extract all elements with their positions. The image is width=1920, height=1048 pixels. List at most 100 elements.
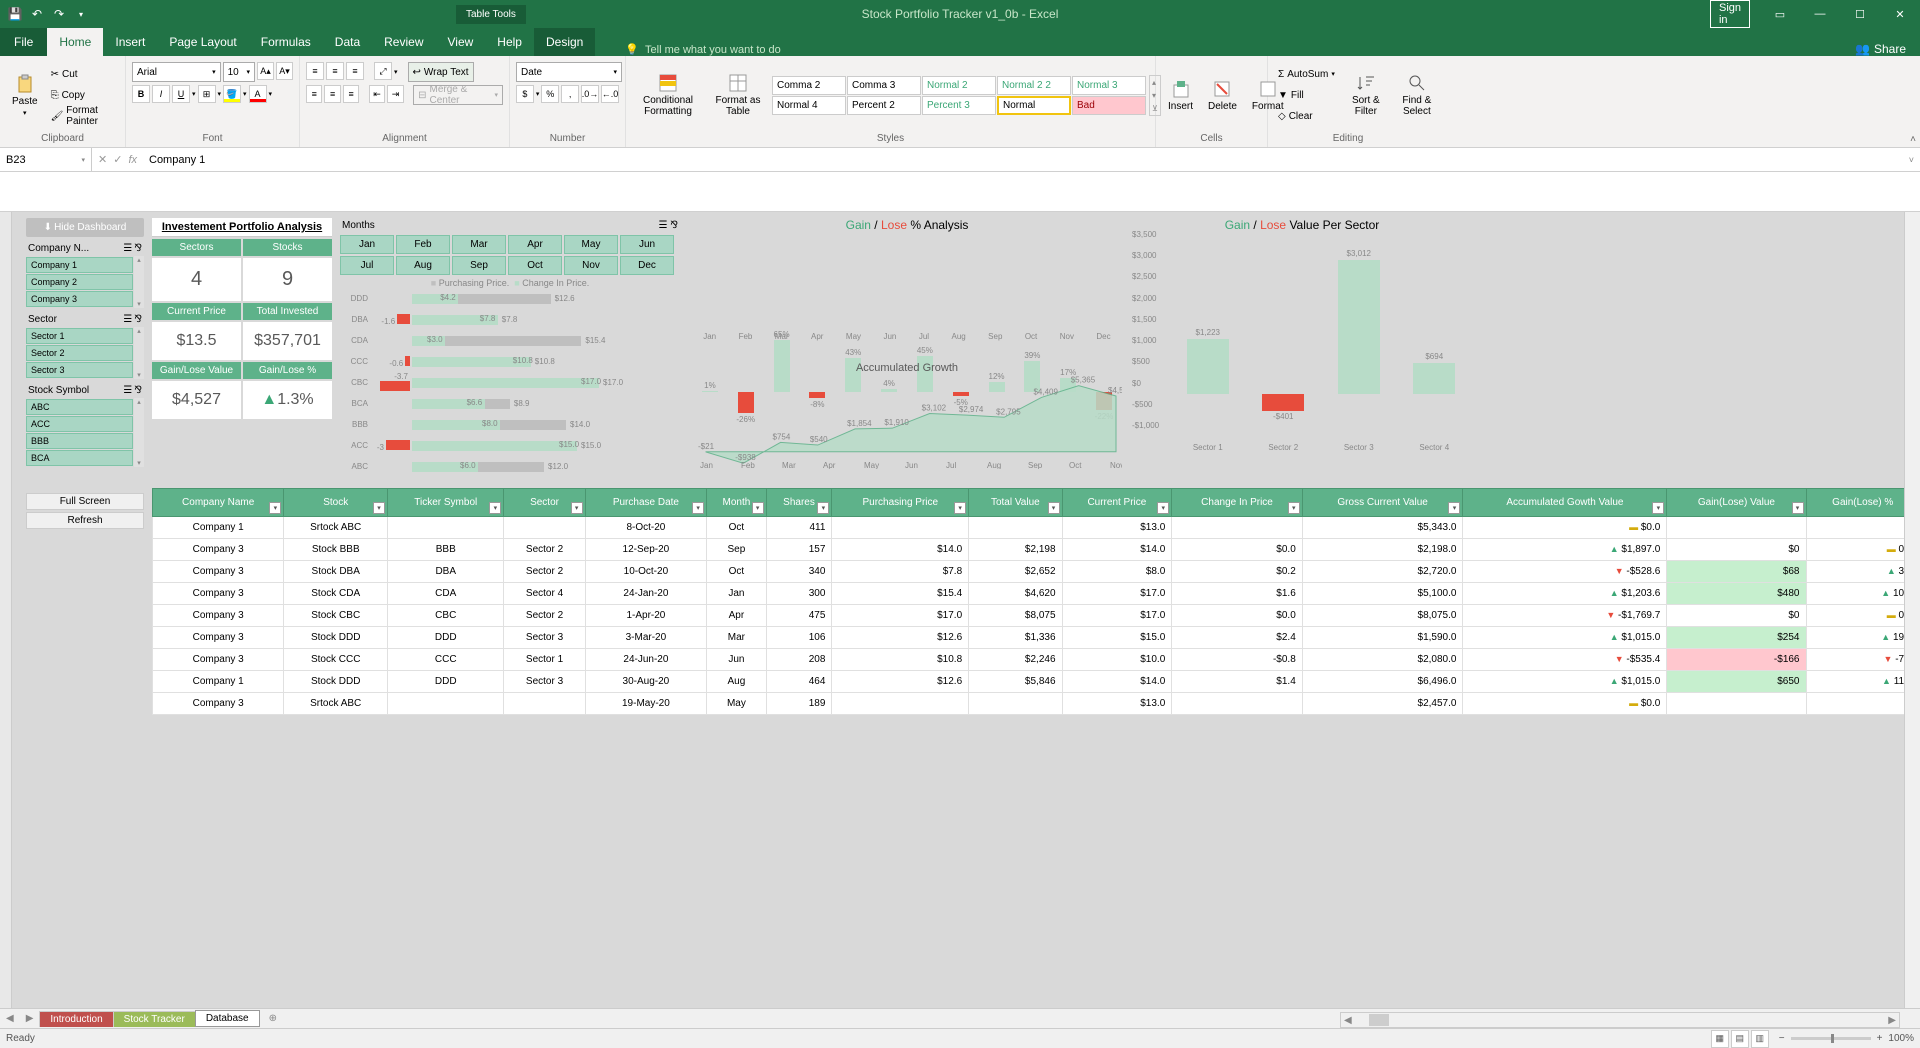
style-percent3[interactable]: Percent 3: [922, 96, 996, 115]
italic-button[interactable]: I: [152, 85, 170, 103]
tab-insert[interactable]: Insert: [103, 28, 157, 56]
fx-icon[interactable]: fx: [128, 154, 137, 166]
month-item[interactable]: Oct: [508, 256, 562, 275]
filter-icon[interactable]: ▾: [1792, 502, 1804, 514]
chart-price-change[interactable]: ■ Purchasing Price. ■ Change In Price. D…: [340, 278, 680, 478]
decrease-decimal-icon[interactable]: ←.0: [601, 85, 619, 103]
border-button[interactable]: ⊞: [198, 85, 216, 103]
table-row[interactable]: Company 3Stock DBADBASector 210-Oct-20Oc…: [153, 561, 1920, 583]
zoom-out-icon[interactable]: −: [1779, 1033, 1785, 1044]
align-center-icon[interactable]: ≡: [324, 85, 340, 103]
style-bad[interactable]: Bad: [1072, 96, 1146, 115]
normal-view-icon[interactable]: ▦: [1711, 1030, 1729, 1048]
chart-accumulated-growth[interactable]: Accumulated Growth -$21-$938$754$540$1,8…: [692, 362, 1122, 482]
month-item[interactable]: Mar: [452, 235, 506, 254]
zoom-slider[interactable]: [1791, 1037, 1871, 1040]
page-break-view-icon[interactable]: ▥: [1751, 1030, 1769, 1048]
collapse-ribbon-icon[interactable]: ˄: [1910, 134, 1916, 145]
slicer-scrollbar[interactable]: ▴▾: [134, 327, 144, 379]
filter-icon[interactable]: ▾: [1652, 502, 1664, 514]
conditional-formatting-button[interactable]: Conditional Formatting: [632, 71, 704, 119]
slicer-item[interactable]: Sector 3: [26, 362, 133, 378]
style-normal[interactable]: Normal: [997, 96, 1071, 115]
slicer-item[interactable]: BCA: [26, 450, 133, 466]
bold-button[interactable]: B: [132, 85, 150, 103]
zoom-in-icon[interactable]: +: [1877, 1033, 1883, 1044]
clear-button[interactable]: ◇Clear: [1274, 106, 1339, 126]
style-normal22[interactable]: Normal 2 2: [997, 76, 1071, 95]
filter-icon[interactable]: ▾: [1448, 502, 1460, 514]
slicer-scrollbar[interactable]: ▴▾: [134, 398, 144, 467]
filter-icon[interactable]: ▾: [692, 502, 704, 514]
increase-indent-icon[interactable]: ⇥: [387, 85, 403, 103]
tab-view[interactable]: View: [436, 28, 486, 56]
month-item[interactable]: Dec: [620, 256, 674, 275]
sheet-nav-prev-icon[interactable]: ◀: [0, 1013, 20, 1024]
clear-filter-icon[interactable]: ⅋: [134, 385, 142, 396]
tab-file[interactable]: File: [0, 28, 47, 56]
tab-formulas[interactable]: Formulas: [249, 28, 323, 56]
table-row[interactable]: Company 3Srtock ABC19-May-20May189$13.0$…: [153, 693, 1920, 715]
fill-color-button[interactable]: 🪣: [223, 85, 241, 103]
filter-icon[interactable]: ▾: [752, 502, 764, 514]
table-row[interactable]: Company 3Stock CBCCBCSector 21-Apr-20Apr…: [153, 605, 1920, 627]
filter-icon[interactable]: ▾: [1157, 502, 1169, 514]
month-item[interactable]: Sep: [452, 256, 506, 275]
month-item[interactable]: Feb: [396, 235, 450, 254]
format-painter-button[interactable]: 🖌Format Painter: [47, 106, 119, 126]
align-left-icon[interactable]: ≡: [306, 85, 322, 103]
sheet-tab-tracker[interactable]: Stock Tracker: [113, 1011, 196, 1027]
table-header[interactable]: Purchasing Price▾: [832, 489, 969, 517]
align-right-icon[interactable]: ≡: [343, 85, 359, 103]
month-item[interactable]: Jul: [340, 256, 394, 275]
filter-icon[interactable]: ▾: [1288, 502, 1300, 514]
month-item[interactable]: May: [564, 235, 618, 254]
autosum-button[interactable]: ΣAutoSum▾: [1274, 64, 1339, 84]
chart-gain-lose-pct[interactable]: Gain / Lose % Analysis 1%-26%65%-8%43%4%…: [692, 218, 1122, 358]
table-header[interactable]: Gross Current Value▾: [1302, 489, 1463, 517]
style-normal3[interactable]: Normal 3: [1072, 76, 1146, 95]
hide-dashboard-button[interactable]: ⬇Hide Dashboard: [26, 218, 144, 237]
increase-decimal-icon[interactable]: .0→: [581, 85, 599, 103]
filter-icon[interactable]: ▾: [954, 502, 966, 514]
redo-icon[interactable]: ↷: [50, 5, 68, 23]
slicer-item[interactable]: Sector 1: [26, 328, 133, 344]
multiselect-icon[interactable]: ☰: [658, 220, 667, 231]
table-row[interactable]: Company 3Stock DDDDDDSector 33-Mar-20Mar…: [153, 627, 1920, 649]
table-header[interactable]: Accumulated Gowth Value▾: [1463, 489, 1667, 517]
formula-input[interactable]: Company 1: [143, 154, 1903, 166]
table-header[interactable]: Total Value▾: [969, 489, 1062, 517]
slicer-item[interactable]: BBB: [26, 433, 133, 449]
qat-dropdown-icon[interactable]: ▾: [72, 5, 90, 23]
accept-formula-icon[interactable]: ✓: [113, 153, 122, 166]
new-sheet-icon[interactable]: ⊕: [259, 1013, 287, 1024]
name-box[interactable]: B23▾: [0, 148, 92, 171]
expand-formula-icon[interactable]: ˅: [1903, 155, 1920, 165]
find-select-button[interactable]: Find & Select: [1393, 71, 1441, 119]
slicer-scrollbar[interactable]: ▴▾: [134, 256, 144, 308]
sheet-tab-introduction[interactable]: Introduction: [39, 1011, 113, 1027]
tab-design[interactable]: Design: [534, 28, 595, 56]
table-header[interactable]: Gain(Lose) Value▾: [1667, 489, 1806, 517]
table-header[interactable]: Stock▾: [284, 489, 388, 517]
slicer-item[interactable]: Company 3: [26, 291, 133, 307]
increase-font-icon[interactable]: A▴: [257, 62, 274, 80]
month-item[interactable]: Apr: [508, 235, 562, 254]
table-row[interactable]: Company 1Stock DDDDDDSector 330-Aug-20Au…: [153, 671, 1920, 693]
multiselect-icon[interactable]: ☰: [123, 243, 132, 254]
font-name-input[interactable]: Arial▾: [132, 62, 221, 82]
clear-filter-icon[interactable]: ⅋: [670, 220, 678, 231]
zoom-level[interactable]: 100%: [1888, 1033, 1914, 1044]
minimize-icon[interactable]: ―: [1800, 0, 1840, 28]
table-header[interactable]: Purchase Date▾: [585, 489, 707, 517]
table-row[interactable]: Company 1Srtock ABC8-Oct-20Oct411$13.0$5…: [153, 517, 1920, 539]
slicer-item[interactable]: Company 2: [26, 274, 133, 290]
month-item[interactable]: Jun: [620, 235, 674, 254]
maximize-icon[interactable]: ☐: [1840, 0, 1880, 28]
sheet-tab-database[interactable]: Database: [195, 1010, 260, 1027]
style-comma2[interactable]: Comma 2: [772, 76, 846, 95]
insert-cells-button[interactable]: Insert: [1162, 77, 1199, 114]
decrease-font-icon[interactable]: A▾: [276, 62, 293, 80]
style-percent2[interactable]: Percent 2: [847, 96, 921, 115]
table-header[interactable]: Gain(Lose) %▾: [1806, 489, 1920, 517]
